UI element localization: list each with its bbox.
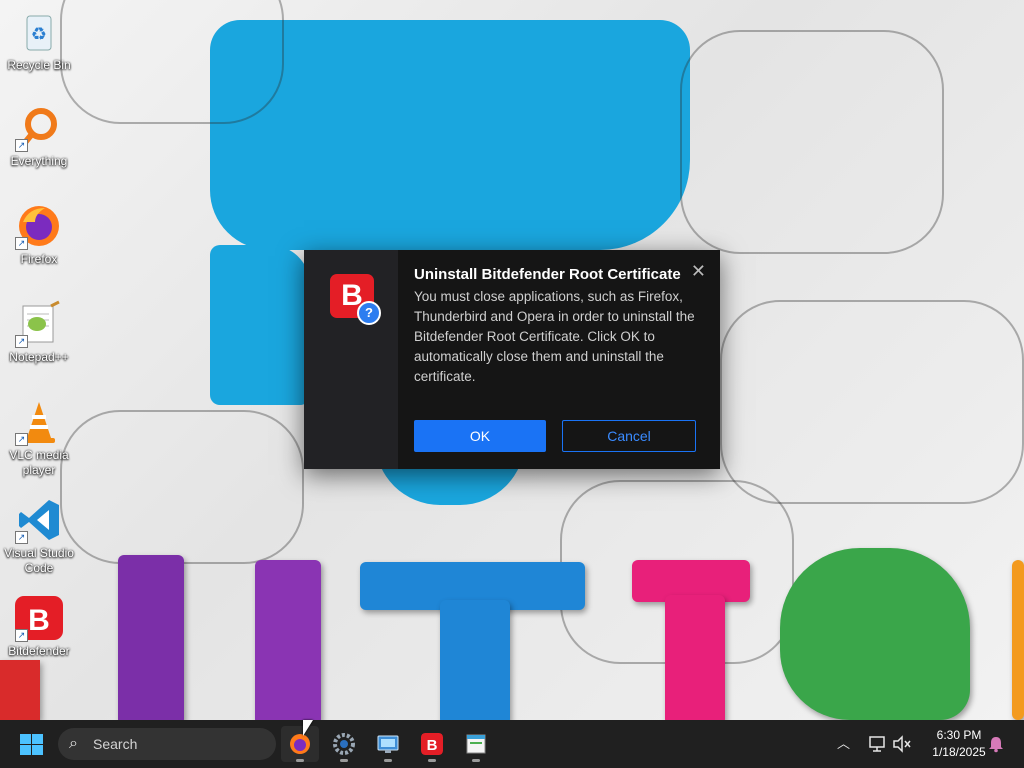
firefox-icon — [290, 734, 310, 754]
desktop-icon-vlc[interactable]: ↗ VLC media player — [0, 398, 78, 478]
desktop-icon-bitdefender[interactable]: B ↗ Bitdefender — [0, 594, 78, 659]
dialog-message: You must close applications, such as Fir… — [414, 289, 695, 384]
taskbar-app-remote-desktop[interactable] — [369, 726, 407, 762]
shortcut-arrow-icon: ↗ — [15, 335, 28, 348]
search-icon: ⌕ — [69, 735, 78, 752]
desktop-icon-recycle-bin[interactable]: ♻ Recycle Bin — [0, 8, 78, 73]
settings-icon — [333, 733, 355, 755]
mouse-pointer-icon — [303, 720, 313, 736]
dialog-buttons: OK Cancel — [414, 420, 696, 452]
start-button[interactable] — [20, 734, 44, 756]
running-indicator — [340, 759, 348, 762]
wallpaper-letter — [665, 595, 725, 720]
shortcut-arrow-icon: ↗ — [15, 433, 28, 446]
question-badge-icon: ? — [357, 301, 381, 325]
notepad-icon — [466, 734, 486, 754]
running-indicator — [428, 759, 436, 762]
shortcut-arrow-icon: ↗ — [15, 139, 28, 152]
vlc-icon: ↗ — [15, 398, 63, 446]
show-hidden-icons-chevron-icon[interactable]: ︿ — [837, 720, 850, 768]
remote-desktop-icon — [377, 735, 399, 753]
taskbar-app-firefox[interactable] — [281, 726, 319, 762]
windows-logo-icon — [32, 734, 43, 744]
network-icon[interactable] — [867, 720, 887, 768]
taskbar-app-settings[interactable] — [325, 726, 363, 762]
desktop-icon-vscode[interactable]: ↗ Visual Studio Code — [0, 496, 78, 576]
wallpaper-letter — [255, 560, 321, 720]
dialog-title: Uninstall Bitdefender Root Certificate — [414, 266, 681, 283]
firefox-icon: ↗ — [15, 202, 63, 250]
desktop-icon-firefox[interactable]: ↗ Firefox — [0, 202, 78, 267]
wallpaper-seam — [720, 300, 1024, 504]
cancel-button[interactable]: Cancel — [562, 420, 696, 452]
ok-button[interactable]: OK — [414, 420, 546, 452]
close-icon[interactable]: ✕ — [691, 262, 706, 280]
desktop-icon-everything[interactable]: ↗ Everything — [0, 104, 78, 169]
desktop-icon-notepad-plus-plus[interactable]: ↗ Notepad++ — [0, 300, 78, 365]
shortcut-arrow-icon: ↗ — [15, 629, 28, 642]
svg-text:B: B — [28, 604, 50, 637]
taskbar-app-bitdefender[interactable]: B — [413, 726, 451, 762]
bitdefender-icon: B ↗ — [15, 594, 63, 642]
taskbar-app-notepad[interactable] — [457, 726, 495, 762]
notification-bell-icon[interactable] — [987, 720, 1005, 768]
wallpaper-letter — [118, 555, 184, 720]
wallpaper-seam — [680, 30, 944, 254]
wallpaper-letter — [780, 548, 970, 720]
shortcut-arrow-icon: ↗ — [15, 237, 28, 250]
dialog-content: Uninstall Bitdefender Root Certificate Y… — [398, 250, 720, 469]
vscode-icon: ↗ — [15, 496, 63, 544]
notepad-plus-plus-icon: ↗ — [15, 300, 63, 348]
windows-logo-icon — [20, 745, 31, 755]
taskbar: ⌕ Search B ︿ 6:30 PM 1/18/2025 — [0, 720, 1024, 768]
wallpaper-seam — [60, 410, 304, 564]
wallpaper-letter — [0, 660, 40, 720]
uninstall-certificate-dialog: B ? Uninstall Bitdefender Root Certifica… — [304, 250, 720, 469]
wallpaper-letter — [440, 600, 510, 720]
windows-logo-icon — [32, 745, 43, 755]
running-indicator — [296, 759, 304, 762]
wallpaper-seam — [60, 0, 284, 124]
search-placeholder: Search — [93, 736, 138, 752]
taskbar-search-box[interactable]: ⌕ Search — [58, 728, 276, 760]
windows-logo-icon — [20, 734, 31, 744]
svg-text:B: B — [427, 737, 438, 754]
wallpaper-blue-piece — [210, 245, 310, 405]
wallpaper-letter — [1012, 560, 1024, 720]
recycle-bin-icon: ♻ — [15, 8, 63, 56]
bitdefender-icon: B — [421, 733, 443, 755]
dialog-sidebar: B ? — [304, 250, 398, 469]
shortcut-arrow-icon: ↗ — [15, 531, 28, 544]
search-app-icon: ↗ — [15, 104, 63, 152]
running-indicator — [384, 759, 392, 762]
volume-muted-icon[interactable] — [892, 720, 912, 768]
svg-text:♻: ♻ — [31, 24, 47, 44]
running-indicator — [472, 759, 480, 762]
